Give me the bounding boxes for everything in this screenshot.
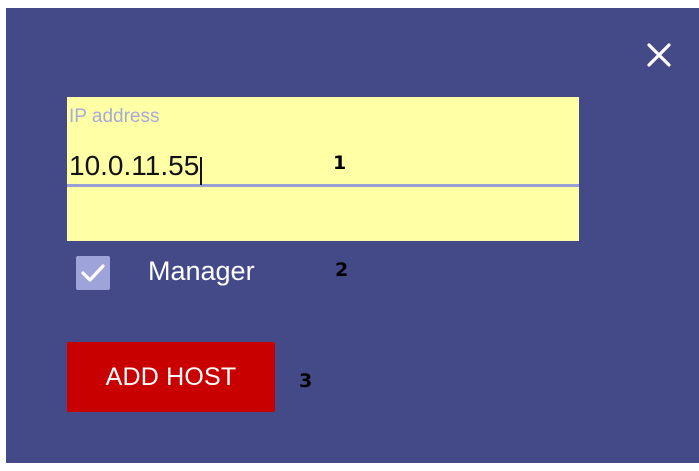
add-host-dialog: IP address 1 Manager 2 ADD HOST 3 bbox=[6, 8, 699, 463]
text-caret bbox=[200, 157, 202, 185]
annotation-1: 1 bbox=[333, 152, 347, 174]
annotation-2: 2 bbox=[335, 259, 349, 281]
checkmark-icon bbox=[81, 264, 105, 282]
ip-address-field[interactable]: IP address bbox=[67, 97, 579, 241]
close-icon[interactable] bbox=[642, 38, 676, 72]
annotation-3: 3 bbox=[299, 370, 313, 392]
ip-address-label: IP address bbox=[69, 106, 160, 127]
close-button[interactable] bbox=[642, 38, 676, 72]
ip-address-input[interactable] bbox=[67, 147, 579, 187]
add-host-button[interactable]: ADD HOST bbox=[67, 342, 275, 412]
manager-checkbox[interactable] bbox=[76, 256, 110, 290]
manager-checkbox-label[interactable]: Manager bbox=[148, 258, 255, 285]
